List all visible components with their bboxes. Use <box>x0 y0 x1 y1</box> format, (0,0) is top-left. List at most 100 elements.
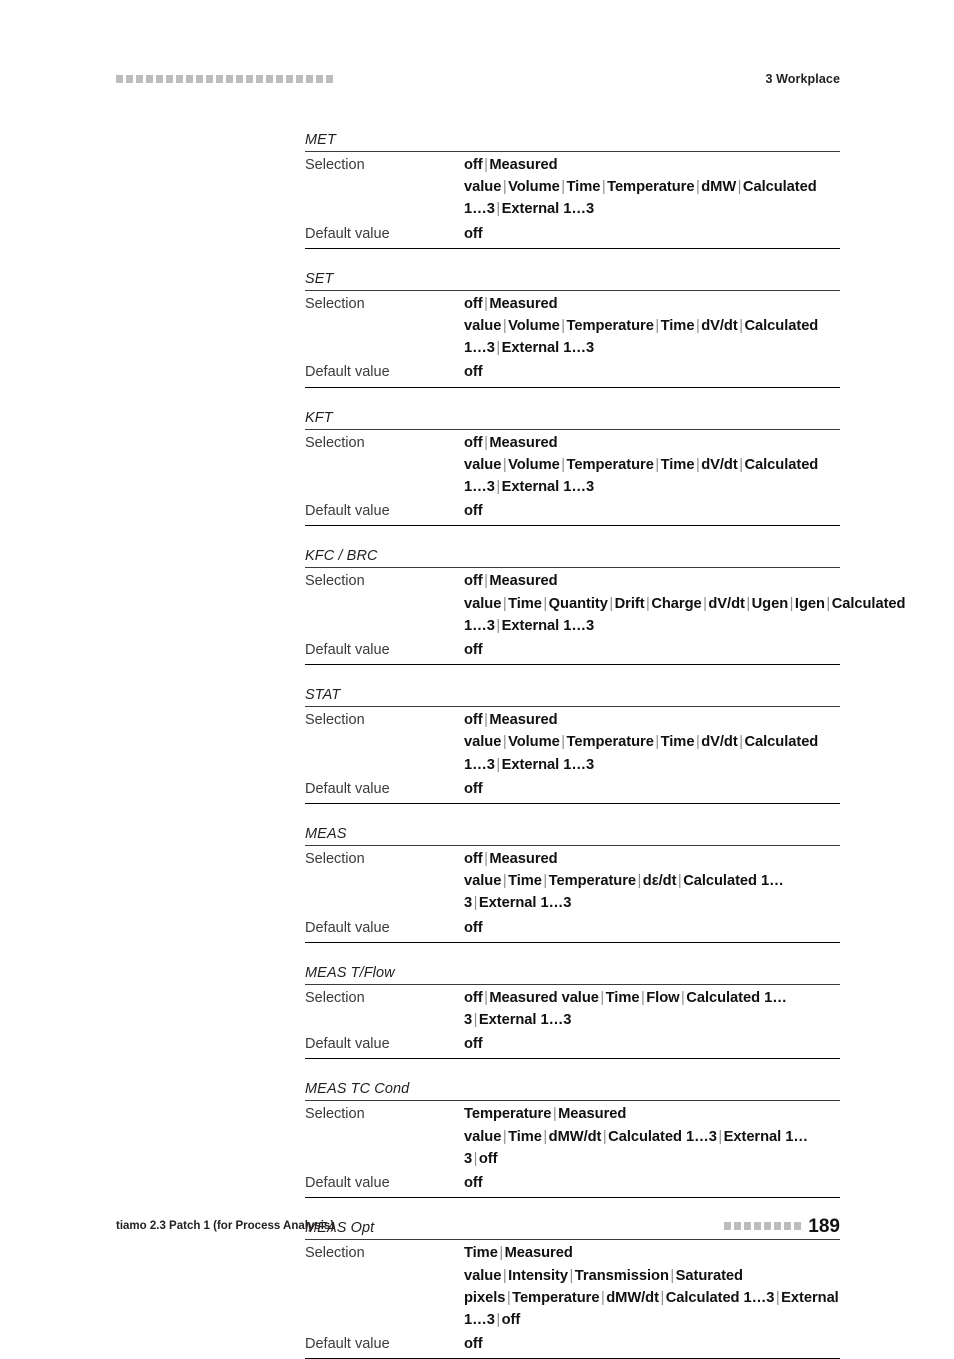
table-row: Default value off <box>305 776 840 803</box>
selection-option: Volume <box>508 318 560 335</box>
default-value-label: Default value <box>305 503 390 520</box>
option-separator: | <box>496 617 501 634</box>
option-separator: | <box>655 318 660 335</box>
selection-option: Transmission <box>574 1267 669 1284</box>
selection-option: Time <box>566 179 601 196</box>
decor-square <box>784 1222 792 1230</box>
selection-option: Time <box>660 456 695 473</box>
default-value-label: Default value <box>305 1336 390 1353</box>
decor-square <box>326 75 333 83</box>
default-value: off <box>464 503 483 520</box>
selection-option: Time <box>605 989 640 1006</box>
default-value: off <box>464 1175 483 1192</box>
selection-option: off <box>501 1311 521 1328</box>
selection-option: dV/dt <box>701 318 738 335</box>
decor-square <box>216 75 223 83</box>
default-value-label: Default value <box>305 364 390 381</box>
selection-label: Selection <box>305 573 365 590</box>
selection-option: dV/dt <box>701 456 738 473</box>
selection-option: dMW/dt <box>606 1289 659 1306</box>
header-chapter-title: 3 Workplace <box>765 72 840 86</box>
spec-block-title: MEAS T/Flow <box>305 964 840 985</box>
selection-option: off <box>464 157 483 173</box>
selection-option: off <box>464 851 483 868</box>
option-separator: | <box>561 734 566 751</box>
decor-square <box>226 75 233 83</box>
selection-options: off | Measured value | Volume | Temperature | Ti… <box>464 707 840 776</box>
option-separator: | <box>637 873 642 890</box>
default-value-label: Default value <box>305 225 390 242</box>
option-separator: | <box>600 989 605 1006</box>
decor-square <box>794 1222 802 1230</box>
selection-option: Volume <box>508 456 560 473</box>
table-row: Default value off <box>305 359 840 386</box>
spec-rows: Selection Time | Measured value | Intensity | T… <box>305 1240 840 1359</box>
default-value: off <box>464 1036 483 1053</box>
selection-option: Temperature <box>548 873 637 890</box>
table-row: Selection off | Measured value | Volume | Time |… <box>305 152 840 221</box>
spec-rows: Selection off | Measured value | Volume | Time |… <box>305 152 840 249</box>
decor-square <box>754 1222 762 1230</box>
selection-option: dMW <box>701 179 737 196</box>
option-separator: | <box>496 1311 501 1328</box>
default-value-label: Default value <box>305 1036 390 1053</box>
default-value-label: Default value <box>305 642 390 659</box>
selection-option: External 1…3 <box>501 756 595 773</box>
option-separator: | <box>660 1289 665 1306</box>
decor-square <box>734 1222 742 1230</box>
selection-options: off | Measured value | Volume | Time | Temperatu… <box>464 152 840 221</box>
spec-block-title: SET <box>305 270 840 291</box>
selection-label: Selection <box>305 989 365 1006</box>
option-separator: | <box>499 1245 504 1262</box>
spec-block-title: KFT <box>305 409 840 430</box>
selection-option: Volume <box>508 734 560 751</box>
selection-label: Selection <box>305 157 365 173</box>
table-row: Selection off | Measured value | Time | Tempera… <box>305 846 840 915</box>
selection-option: off <box>464 573 483 590</box>
table-row: Default value off <box>305 637 840 664</box>
decor-square <box>196 75 203 83</box>
selection-option: Intensity <box>508 1267 569 1284</box>
selection-option: Time <box>508 595 542 612</box>
selection-option: dMW/dt <box>548 1128 602 1145</box>
decor-square <box>316 75 323 83</box>
selection-option: Time <box>464 1245 498 1262</box>
selection-label: Selection <box>305 712 365 729</box>
option-separator: | <box>561 179 566 196</box>
option-separator: | <box>473 1012 478 1029</box>
table-row: Selection off | Measured value | Volume | Tempe… <box>305 291 840 360</box>
decor-square <box>744 1222 752 1230</box>
selection-options: Temperature | Measured value | Time | dMW/dt | C… <box>464 1101 840 1170</box>
default-value: off <box>464 364 483 381</box>
spec-block: MEAS Opt Selection Time | Measured value | Int… <box>305 1219 840 1359</box>
selection-option: Temperature <box>512 1289 600 1306</box>
default-value: off <box>464 225 483 242</box>
selection-label: Selection <box>305 1106 365 1123</box>
selection-option: Temperature <box>566 456 654 473</box>
option-separator: | <box>496 756 501 773</box>
selection-option: off <box>464 712 483 729</box>
selection-option: Drift <box>614 595 645 612</box>
decor-square <box>774 1222 782 1230</box>
selection-option: Ugen <box>751 595 789 612</box>
option-separator: | <box>737 179 742 196</box>
spec-block: MET Selection off | Measured value | Volume | Ti… <box>305 131 840 249</box>
option-separator: | <box>655 734 660 751</box>
table-row: Selection off | Measured value | Time | Quantit… <box>305 568 906 637</box>
table-row: Default value off <box>305 221 840 248</box>
spec-rows: Selection off | Measured value | Time | Tempera… <box>305 846 840 943</box>
spec-block-title: MEAS <box>305 825 840 847</box>
spec-rows: Selection off | Measured value | Time | Flow | Ca… <box>305 985 840 1060</box>
default-value: off <box>464 642 483 659</box>
selection-option: Flow <box>646 989 680 1006</box>
decor-square <box>306 75 313 83</box>
option-separator: | <box>496 201 501 218</box>
selection-option: dε/dt <box>642 873 677 890</box>
selection-option: off <box>464 434 483 451</box>
option-separator: | <box>473 1150 478 1167</box>
selection-option: Temperature <box>464 1106 552 1123</box>
parameter-spec-table: MET Selection off | Measured value | Volume | Ti… <box>305 131 906 1359</box>
option-separator: | <box>543 1128 548 1145</box>
selection-option: External 1…3 <box>478 1012 572 1029</box>
selection-option: Time <box>660 318 695 335</box>
